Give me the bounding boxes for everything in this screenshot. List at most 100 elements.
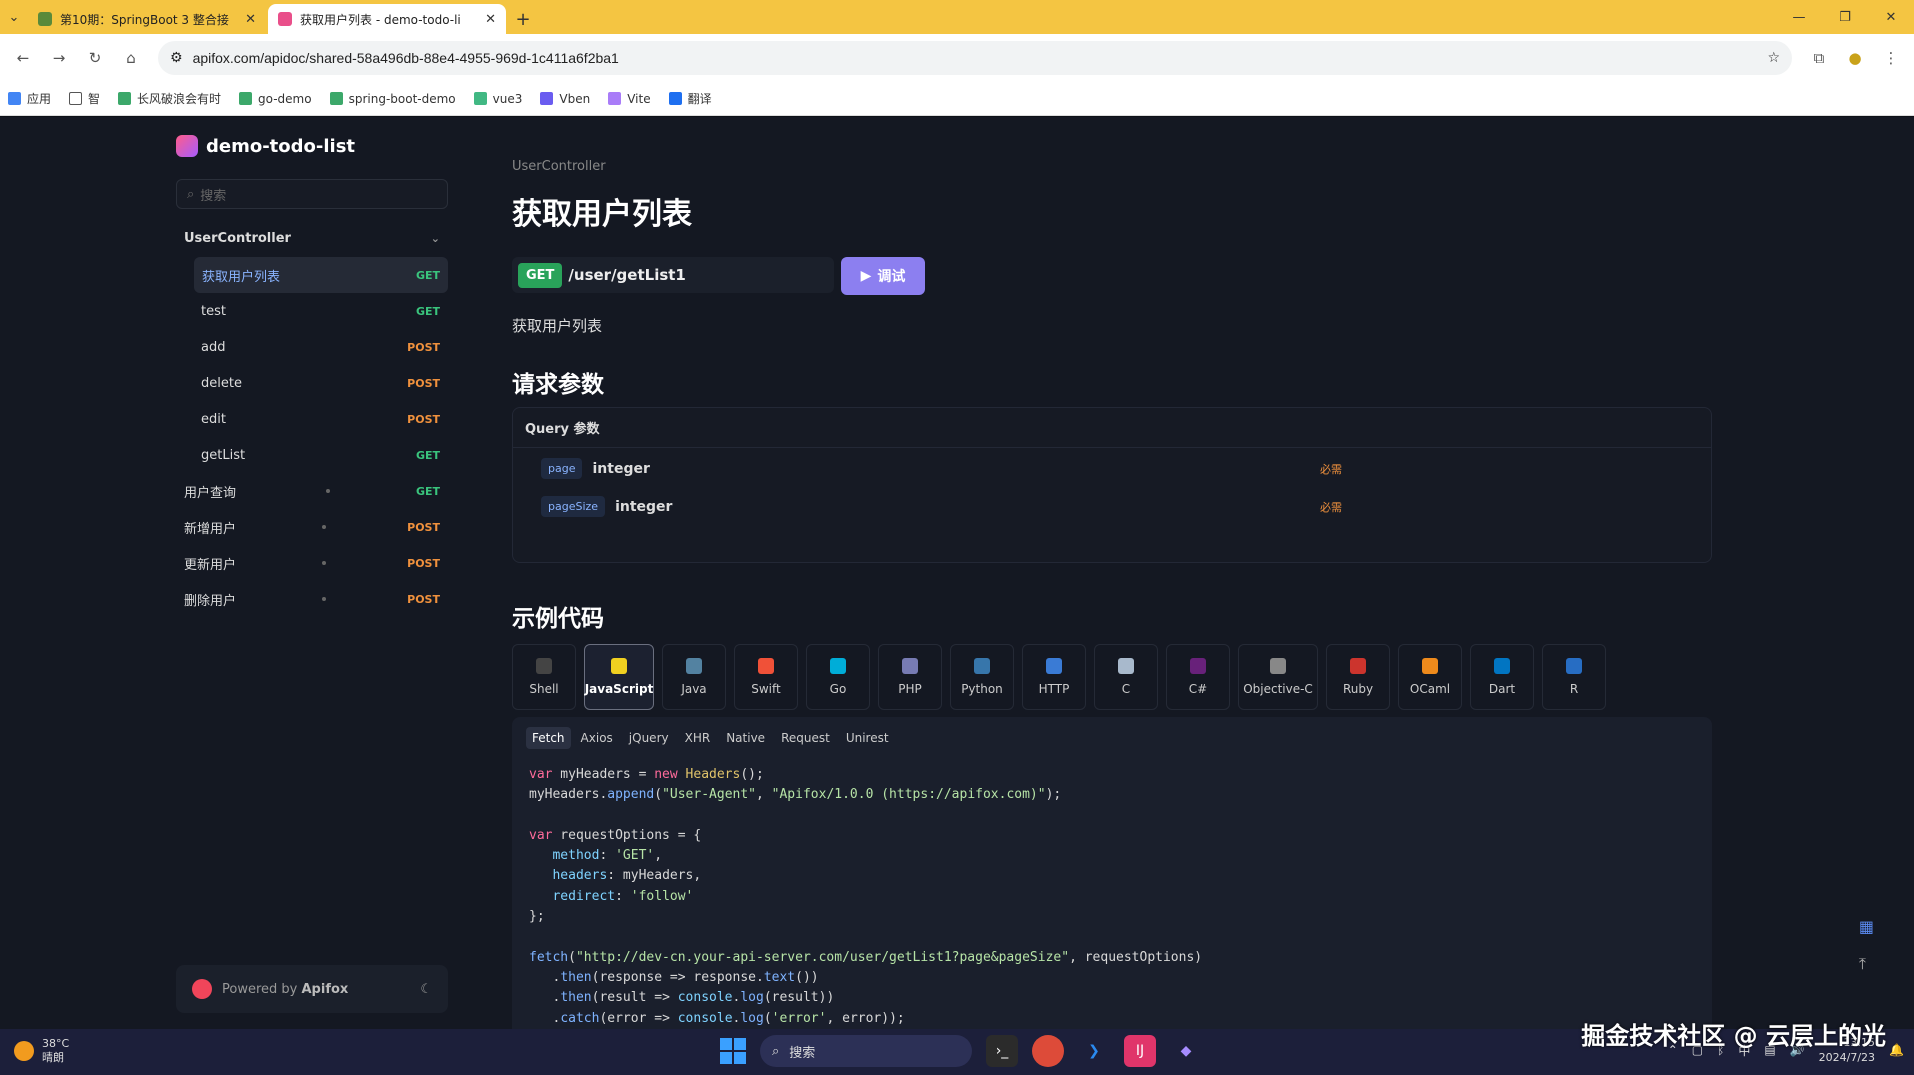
url-field[interactable]: ⚙ apifox.com/apidoc/shared-58a496db-88e4…: [158, 41, 1792, 75]
library-tab[interactable]: Axios: [575, 727, 619, 749]
bookmark-item[interactable]: vue3: [473, 92, 522, 106]
powered-by-footer[interactable]: Powered by Apifox ☾: [176, 965, 448, 1013]
language-tab[interactable]: Java: [662, 644, 726, 710]
sun-icon: [14, 1041, 34, 1061]
library-tab[interactable]: Request: [775, 727, 836, 749]
site-info-icon[interactable]: ⚙: [170, 50, 183, 66]
forward-icon[interactable]: →: [44, 43, 74, 73]
breadcrumb[interactable]: UserController: [512, 159, 606, 174]
language-tab[interactable]: Python: [950, 644, 1014, 710]
clock-date: 2024/7/23: [1818, 1051, 1876, 1064]
sidebar-group-usercontroller[interactable]: UserController ⌄: [176, 221, 448, 255]
bookmark-item[interactable]: 长风破浪会有时: [118, 90, 221, 107]
bookmark-item[interactable]: go-demo: [239, 92, 312, 106]
menu-kebab-icon[interactable]: ⋮: [1876, 43, 1906, 73]
dark-mode-moon-icon[interactable]: ☾: [420, 982, 432, 997]
back-to-top-icon[interactable]: ⤒: [1859, 954, 1874, 974]
sidebar-endpoint-item[interactable]: add POST: [176, 329, 448, 365]
endpoint-url-box[interactable]: GET /user/getList1: [512, 257, 834, 293]
url-text: apifox.com/apidoc/shared-58a496db-88e4-4…: [192, 50, 619, 66]
tab-close-icon[interactable]: ✕: [245, 12, 256, 27]
bookmark-item[interactable]: 应用: [8, 90, 51, 107]
bookmark-item[interactable]: spring-boot-demo: [329, 92, 456, 106]
close-window-icon[interactable]: ✕: [1868, 0, 1914, 34]
language-tab[interactable]: C: [1094, 644, 1158, 710]
bookmark-item[interactable]: 翻译: [668, 90, 712, 107]
folder-dot-icon: [325, 489, 330, 493]
sidebar-endpoint-item[interactable]: 更新用户 POST: [176, 545, 448, 581]
notification-bell-icon[interactable]: 🔔: [1889, 1043, 1904, 1057]
library-tab[interactable]: Unirest: [840, 727, 895, 749]
temperature: 38°C: [42, 1037, 70, 1050]
sidebar-search-input[interactable]: ⌕ 搜索: [176, 179, 448, 209]
language-tab[interactable]: JavaScript: [584, 644, 654, 710]
language-logo-icon: [1190, 658, 1206, 674]
language-tab[interactable]: Dart: [1470, 644, 1534, 710]
profile-avatar-icon[interactable]: ●: [1840, 43, 1870, 73]
sidebar-endpoint-item[interactable]: 用户查询 GET: [176, 473, 448, 509]
bookmark-item[interactable]: 智: [69, 90, 100, 107]
library-tab[interactable]: Native: [720, 727, 771, 749]
terminal-icon[interactable]: ›_: [986, 1035, 1018, 1067]
project-brand[interactable]: demo-todo-list: [176, 135, 355, 157]
leaf-icon: [329, 92, 343, 105]
sidebar-endpoint-item[interactable]: edit POST: [176, 401, 448, 437]
reload-icon[interactable]: ↻: [80, 43, 110, 73]
search-icon: ⌕: [187, 186, 195, 202]
param-name: pageSize: [541, 496, 606, 517]
language-tab[interactable]: R: [1542, 644, 1606, 710]
method-badge: GET: [518, 262, 563, 288]
method-tag: POST: [407, 592, 440, 606]
bookmark-star-icon[interactable]: ☆: [1767, 50, 1780, 66]
language-tab[interactable]: Ruby: [1326, 644, 1390, 710]
tab-search-chevron-icon[interactable]: ⌄: [0, 0, 28, 34]
language-tab[interactable]: Swift: [734, 644, 798, 710]
language-tab[interactable]: Go: [806, 644, 870, 710]
intellij-icon[interactable]: IJ: [1124, 1035, 1156, 1067]
address-bar: ← → ↻ ⌂ ⚙ apifox.com/apidoc/shared-58a49…: [0, 34, 1914, 82]
bookmark-item[interactable]: Vite: [608, 91, 651, 106]
restore-icon[interactable]: ❐: [1822, 0, 1868, 34]
sidebar-endpoint-item[interactable]: getList GET: [176, 437, 448, 473]
try-it-label: 调试: [877, 269, 906, 285]
language-tab[interactable]: Objective-C: [1238, 644, 1318, 710]
app-cat-icon[interactable]: ◆: [1170, 1035, 1202, 1067]
minimize-icon[interactable]: —: [1776, 0, 1822, 34]
sidebar-endpoint-item[interactable]: delete POST: [176, 365, 448, 401]
home-icon[interactable]: ⌂: [116, 43, 146, 73]
weather-widget[interactable]: 38°C 晴朗: [14, 1037, 69, 1065]
language-tab[interactable]: HTTP: [1022, 644, 1086, 710]
language-tab[interactable]: Shell: [512, 644, 576, 710]
bookmark-item[interactable]: Vben: [540, 92, 590, 106]
vscode-icon[interactable]: ❯: [1078, 1035, 1110, 1067]
bookmark-label: Vite: [627, 91, 651, 106]
language-label: C#: [1188, 682, 1208, 696]
language-tab[interactable]: PHP: [878, 644, 942, 710]
language-tab[interactable]: C#: [1166, 644, 1230, 710]
start-windows-icon[interactable]: [720, 1038, 746, 1064]
browser-tab-active[interactable]: 获取用户列表 - demo-todo-li ✕: [268, 4, 506, 34]
tab-close-icon[interactable]: ✕: [485, 12, 496, 27]
library-tab[interactable]: XHR: [679, 727, 717, 749]
sidebar-endpoint-item[interactable]: test GET: [176, 293, 448, 329]
library-tab[interactable]: jQuery: [623, 727, 675, 749]
new-tab-icon[interactable]: +: [508, 4, 538, 34]
extensions-icon[interactable]: ⧉: [1804, 43, 1834, 73]
browser-tab[interactable]: 第10期：SpringBoot 3 整合接 ✕: [28, 4, 266, 34]
apifox-logo-icon: [192, 979, 212, 999]
sidebar-endpoint-item[interactable]: 删除用户 POST: [176, 581, 448, 617]
sidebar-endpoint-item[interactable]: 获取用户列表 GET: [194, 257, 448, 293]
leaf-icon: [118, 92, 132, 105]
library-tab[interactable]: Fetch: [526, 727, 571, 749]
taskbar-search[interactable]: ⌕ 搜索: [760, 1035, 972, 1067]
weather-text: 晴朗: [42, 1051, 64, 1064]
try-it-button[interactable]: ▶ 调试: [841, 257, 925, 295]
apps-grid-icon[interactable]: ▦: [1859, 917, 1874, 936]
endpoint-label: getList: [201, 447, 246, 463]
chrome-icon[interactable]: [1032, 1035, 1064, 1067]
language-tab[interactable]: OCaml: [1398, 644, 1462, 710]
sidebar-endpoint-item[interactable]: 新增用户 POST: [176, 509, 448, 545]
bookmark-label: 应用: [27, 92, 52, 106]
back-icon[interactable]: ←: [8, 43, 38, 73]
folder-dot-icon: [321, 597, 326, 601]
